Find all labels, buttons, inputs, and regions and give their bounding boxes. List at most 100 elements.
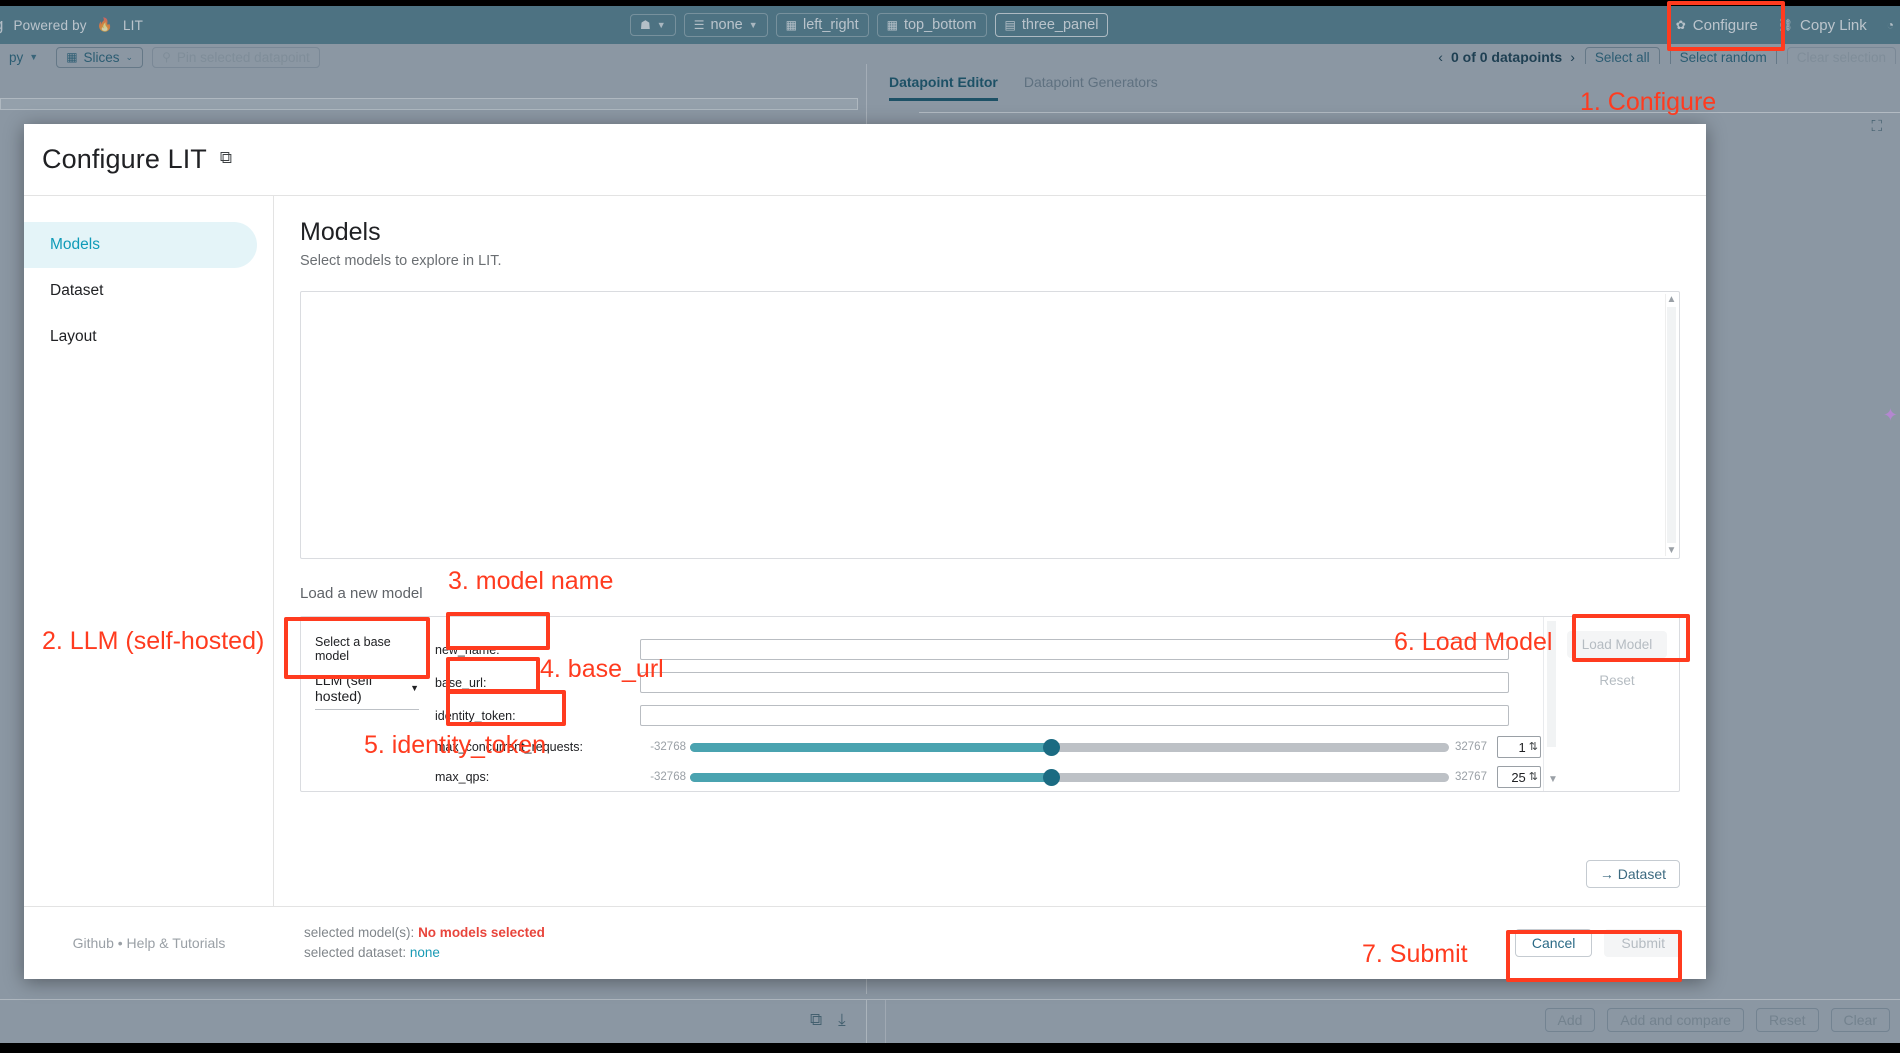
annotation-label-6: 6. Load Model <box>1394 628 1552 657</box>
identity-token-input[interactable] <box>640 705 1509 726</box>
clear-button[interactable]: Clear <box>1831 1008 1890 1032</box>
datapoint-pager: ‹ 0 of 0 datapoints › <box>1438 49 1575 65</box>
sidebar-item-layout[interactable]: Layout <box>24 314 257 360</box>
slider-fill <box>690 773 1051 782</box>
help-button[interactable]: ◔ <box>1887 18 1894 32</box>
layout-three-panel-button[interactable]: ▤ three_panel <box>995 13 1109 37</box>
content-heading: Models <box>300 218 1680 247</box>
next-datapoint-button[interactable]: › <box>1570 49 1575 65</box>
max-concurrent-requests-slider[interactable] <box>690 743 1449 752</box>
models-list-scrollbar[interactable]: ▲ ▼ <box>1665 294 1677 556</box>
flame-icon: 🔥 <box>97 17 113 33</box>
cancel-button[interactable]: Cancel <box>1515 929 1593 957</box>
grid-icon: ▦ <box>887 18 898 32</box>
scroll-up-icon[interactable]: ▲ <box>1667 294 1677 305</box>
reset-button[interactable]: Reset <box>1756 1008 1819 1032</box>
slider-row-max-qps: max_qps: -32768 32767 25 ⇅ <box>435 762 1541 792</box>
modal-side-nav: Models Dataset Layout <box>24 196 274 906</box>
add-and-compare-button[interactable]: Add and compare <box>1607 1008 1744 1032</box>
layout-select-none[interactable]: ☰ none ▼ <box>684 13 768 37</box>
bottom-divider-1 <box>866 1000 867 1044</box>
expand-icon[interactable]: ⛶ <box>1871 118 1882 135</box>
configure-lit-modal: Configure LIT ⧉ Models Dataset Layout Mo… <box>24 124 1706 979</box>
help-tutorials-link[interactable]: Help & Tutorials <box>127 935 226 951</box>
content-subheading: Select models to explore in LIT. <box>300 253 1680 269</box>
panel-icon: ▤ <box>1005 18 1016 32</box>
layout-left-right-button[interactable]: ▦ left_right <box>776 13 869 37</box>
scroll-down-icon[interactable]: ▼ <box>1548 774 1558 785</box>
goto-dataset-button[interactable]: → Dataset <box>1586 860 1680 888</box>
max-qps-max: 32767 <box>1455 771 1497 783</box>
sidebar-item-models[interactable]: Models <box>24 222 257 268</box>
sidebar-item-layout-label: Layout <box>50 328 97 346</box>
selected-models-value: No models selected <box>418 925 545 940</box>
list-icon: ☰ <box>694 18 705 32</box>
top-bar-layout-controls: ☗ ▼ ☰ none ▼ ▦ left_right ▦ top_bottom <box>630 6 1108 44</box>
form-fields-column: new_name: base_url: identity_token: <box>425 617 1541 791</box>
copy-link-button[interactable]: ⛓ Copy Link <box>1778 17 1867 34</box>
annotation-label-2: 2. LLM (self-hosted) <box>42 627 264 656</box>
load-model-button[interactable]: Load Model <box>1567 631 1668 658</box>
copy-icon[interactable]: ⧉ <box>810 1010 822 1030</box>
selection-toolbar-left: py ▼ ▦ Slices ⌄ ⚲ Pin selected datapoint <box>0 47 320 68</box>
robot-menu-button[interactable]: ☗ ▼ <box>630 14 676 36</box>
tab-datapoint-editor-label: Datapoint Editor <box>889 74 998 90</box>
right-panel-tabs: Datapoint Editor Datapoint Generators <box>866 64 1900 112</box>
max-qps-slider[interactable] <box>690 773 1449 782</box>
layout-none-label: none <box>710 17 742 33</box>
gear-icon: ✿ <box>1676 18 1686 32</box>
base-model-select[interactable]: LLM (self hosted) ▼ <box>315 672 419 710</box>
stepper-arrows-icon[interactable]: ⇅ <box>1529 743 1538 752</box>
base-model-label: Select a base model <box>315 635 425 663</box>
scroll-down-icon[interactable]: ▼ <box>1667 545 1677 556</box>
screen-bottom-border <box>0 1043 1900 1053</box>
scrollbar-thumb[interactable] <box>1667 307 1676 543</box>
add-button[interactable]: Add <box>1545 1008 1596 1032</box>
configure-label: Configure <box>1693 17 1758 34</box>
stepper-arrows-icon[interactable]: ⇅ <box>1529 773 1538 782</box>
models-list-box[interactable]: ▲ ▼ <box>300 291 1680 559</box>
base-url-input[interactable] <box>640 672 1509 693</box>
max-qps-value: 25 <box>1511 770 1525 785</box>
slices-button[interactable]: ▦ Slices ⌄ <box>56 47 143 68</box>
submit-button[interactable]: Submit <box>1604 929 1682 957</box>
slider-knob[interactable] <box>1043 769 1060 786</box>
bottom-divider-2 <box>885 1000 886 1044</box>
datapoint-count-label: 0 of 0 datapoints <box>1451 49 1562 65</box>
max-qps-stepper[interactable]: 25 ⇅ <box>1497 766 1541 788</box>
max-concurrent-requests-value: 1 <box>1519 740 1526 755</box>
layout-top-bottom-label: top_bottom <box>904 17 977 33</box>
link-icon: ⛓ <box>1778 18 1793 32</box>
selected-models-label: selected model(s): <box>304 925 414 940</box>
sidebar-item-dataset-label: Dataset <box>50 282 103 300</box>
max-concurrent-requests-stepper[interactable]: 1 ⇅ <box>1497 736 1541 758</box>
open-in-new-icon[interactable]: ⧉ <box>220 148 232 168</box>
left-module-header <box>0 98 858 110</box>
app-top-bar: g Powered by 🔥 LIT ☗ ▼ ☰ none ▼ ▦ left_r… <box>0 6 1900 44</box>
chevron-down-icon: ▼ <box>410 683 419 693</box>
layout-top-bottom-button[interactable]: ▦ top_bottom <box>877 13 987 37</box>
bottom-icon-group: ⧉ ⤓ <box>810 1010 846 1030</box>
reset-form-button[interactable]: Reset <box>1584 667 1649 694</box>
download-icon[interactable]: ⤓ <box>838 1010 846 1030</box>
configure-button[interactable]: ✿ Configure <box>1676 17 1758 34</box>
slider-knob[interactable] <box>1043 739 1060 756</box>
copy-menu-button[interactable]: py ▼ <box>0 48 47 67</box>
base-model-column: Select a base model LLM (self hosted) ▼ <box>301 617 425 791</box>
tab-datapoint-generators[interactable]: Datapoint Generators <box>1024 74 1158 101</box>
pin-datapoint-button[interactable]: ⚲ Pin selected datapoint <box>152 47 320 68</box>
max-qps-label: max_qps: <box>435 770 640 784</box>
datapoint-editor-actions: Add Add and compare Reset Clear <box>1545 1008 1891 1032</box>
max-qps-min: -32768 <box>640 771 686 783</box>
field-row-identity-token: identity_token: <box>435 699 1541 732</box>
pin-icon: ⚲ <box>162 50 171 64</box>
tab-datapoint-editor[interactable]: Datapoint Editor <box>889 74 998 101</box>
footer-links: Github • Help & Tutorials <box>24 935 274 951</box>
prev-datapoint-button[interactable]: ‹ <box>1438 49 1443 65</box>
max-concurrent-requests-min: -32768 <box>640 741 686 753</box>
new-name-input[interactable] <box>640 639 1509 660</box>
sidebar-item-dataset[interactable]: Dataset <box>24 268 257 314</box>
annotation-label-7: 7. Submit <box>1362 940 1468 969</box>
github-link[interactable]: Github <box>73 935 114 951</box>
sparkle-icon[interactable]: ✦ <box>1883 405 1898 426</box>
